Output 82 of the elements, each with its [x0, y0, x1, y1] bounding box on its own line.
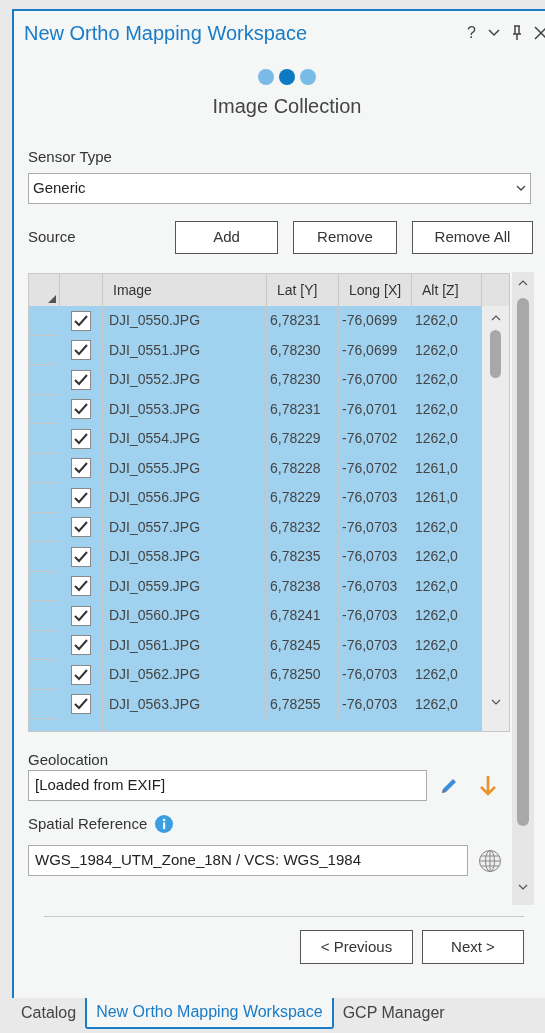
field-label: Spatial Reference	[28, 813, 148, 834]
table-cell: 6,78229	[267, 483, 339, 513]
checkbox[interactable]	[71, 635, 91, 656]
table-cell: -76,0703	[339, 542, 412, 572]
table-row[interactable]: DJI_0563.JPG 6,78255 -76,0703 1262,0	[29, 689, 482, 719]
tab[interactable]: New Ortho Mapping Workspace	[85, 997, 334, 1029]
table-row[interactable]: DJI_0561.JPG 6,78245 -76,0703 1262,0	[29, 630, 482, 660]
checkbox[interactable]	[71, 369, 91, 390]
nav-button[interactable]: Next >	[422, 930, 524, 964]
table-cell: DJI_0558.JPG	[103, 542, 267, 572]
table-cell: 6,78250	[267, 660, 339, 690]
corner-triangle-icon	[48, 295, 56, 303]
table-cell: -76,0700	[339, 365, 412, 395]
table-row[interactable]: DJI_0554.JPG 6,78229 -76,0702 1262,0	[29, 424, 482, 454]
checkbox[interactable]	[71, 664, 91, 685]
source-button[interactable]: Add	[175, 221, 278, 254]
table-cell: -76,0699	[339, 306, 412, 336]
table-cell: DJI_0556.JPG	[103, 483, 267, 513]
table-cell: -76,0703	[339, 660, 412, 690]
pin-icon[interactable]	[512, 25, 522, 41]
table-cell: DJI_0562.JPG	[103, 660, 267, 690]
geolocation-field[interactable]: [Loaded from EXIF]	[28, 770, 427, 801]
info-icon[interactable]	[155, 815, 174, 833]
tab[interactable]: Catalog	[12, 997, 86, 1029]
table-cell: DJI_0560.JPG	[103, 601, 267, 631]
checkbox[interactable]	[71, 310, 91, 331]
nav-button[interactable]: < Previous	[300, 930, 413, 964]
table-cell: 6,78229	[267, 424, 339, 454]
globe-icon[interactable]	[478, 848, 502, 873]
source-button[interactable]: Remove	[293, 221, 397, 254]
checkbox[interactable]	[71, 546, 91, 567]
chevron-down-icon	[516, 185, 526, 192]
tab[interactable]: GCP Manager	[333, 997, 454, 1029]
checkbox[interactable]	[71, 576, 91, 597]
scroll-up-icon[interactable]	[518, 280, 528, 286]
table-row[interactable]: DJI_0553.JPG 6,78231 -76,0701 1262,0	[29, 394, 482, 424]
table-row[interactable]: DJI_0562.JPG 6,78250 -76,0703 1262,0	[29, 660, 482, 690]
table-row[interactable]: DJI_0555.JPG 6,78228 -76,0702 1261,0	[29, 453, 482, 483]
scroll-thumb[interactable]	[490, 330, 501, 378]
table-row[interactable]: DJI_0551.JPG 6,78230 -76,0699 1262,0	[29, 335, 482, 365]
table-cell: DJI_0554.JPG	[103, 424, 267, 454]
field-label: Source	[28, 227, 77, 248]
checkbox[interactable]	[71, 605, 91, 626]
scroll-down-icon[interactable]	[490, 699, 501, 705]
step-title: Image Collection	[212, 94, 362, 119]
table-cell: DJI_0552.JPG	[103, 365, 267, 395]
table-cell: 6,78235	[267, 542, 339, 572]
checkbox[interactable]	[71, 428, 91, 449]
table-row[interactable]: DJI_0550.JPG 6,78231 -76,0699 1262,0	[29, 306, 482, 336]
chevron-down-icon[interactable]	[488, 29, 500, 37]
table-row[interactable]: DJI_0557.JPG 6,78232 -76,0703 1262,0	[29, 512, 482, 542]
table-row[interactable]: DJI_0552.JPG 6,78230 -76,0700 1262,0	[29, 365, 482, 395]
spatial-reference-field[interactable]: WGS_1984_UTM_Zone_18N / VCS: WGS_1984	[28, 845, 468, 876]
field-label: Sensor Type	[28, 148, 112, 165]
scroll-up-icon[interactable]	[490, 315, 501, 321]
table-row[interactable]: DJI_0556.JPG 6,78229 -76,0703 1261,0	[29, 483, 482, 513]
table-cell: 6,78241	[267, 601, 339, 631]
checkbox[interactable]	[71, 487, 91, 508]
field-label: Geolocation	[28, 751, 109, 768]
checkbox[interactable]	[71, 517, 91, 538]
checkbox[interactable]	[71, 340, 91, 361]
table-cell: 6,78231	[267, 306, 339, 336]
close-icon[interactable]	[534, 26, 545, 40]
table-cell: -76,0703	[339, 483, 412, 513]
sensor-type-dropdown[interactable]: Generic	[28, 173, 531, 204]
table-scrollbar[interactable]	[482, 306, 509, 731]
table-row[interactable]: DJI_0559.JPG 6,78238 -76,0703 1262,0	[29, 571, 482, 601]
table-cell: DJI_0550.JPG	[103, 306, 267, 336]
scroll-down-icon[interactable]	[518, 884, 528, 890]
table-row[interactable]: DJI_0558.JPG 6,78235 -76,0703 1262,0	[29, 542, 482, 572]
pane-title: New Ortho Mapping Workspace	[24, 21, 308, 46]
source-button[interactable]: Remove All	[412, 221, 533, 254]
scroll-thumb[interactable]	[517, 298, 529, 826]
table-cell: -76,0702	[339, 424, 412, 454]
table-cell: -76,0703	[339, 601, 412, 631]
table-cell: 6,78230	[267, 365, 339, 395]
scrollbar[interactable]	[512, 272, 534, 905]
checkbox[interactable]	[71, 694, 91, 715]
checkbox[interactable]	[71, 458, 91, 479]
help-button[interactable]: ?	[467, 25, 476, 41]
table-row[interactable]: DJI_0560.JPG 6,78241 -76,0703 1262,0	[29, 601, 482, 631]
checkbox[interactable]	[71, 399, 91, 420]
